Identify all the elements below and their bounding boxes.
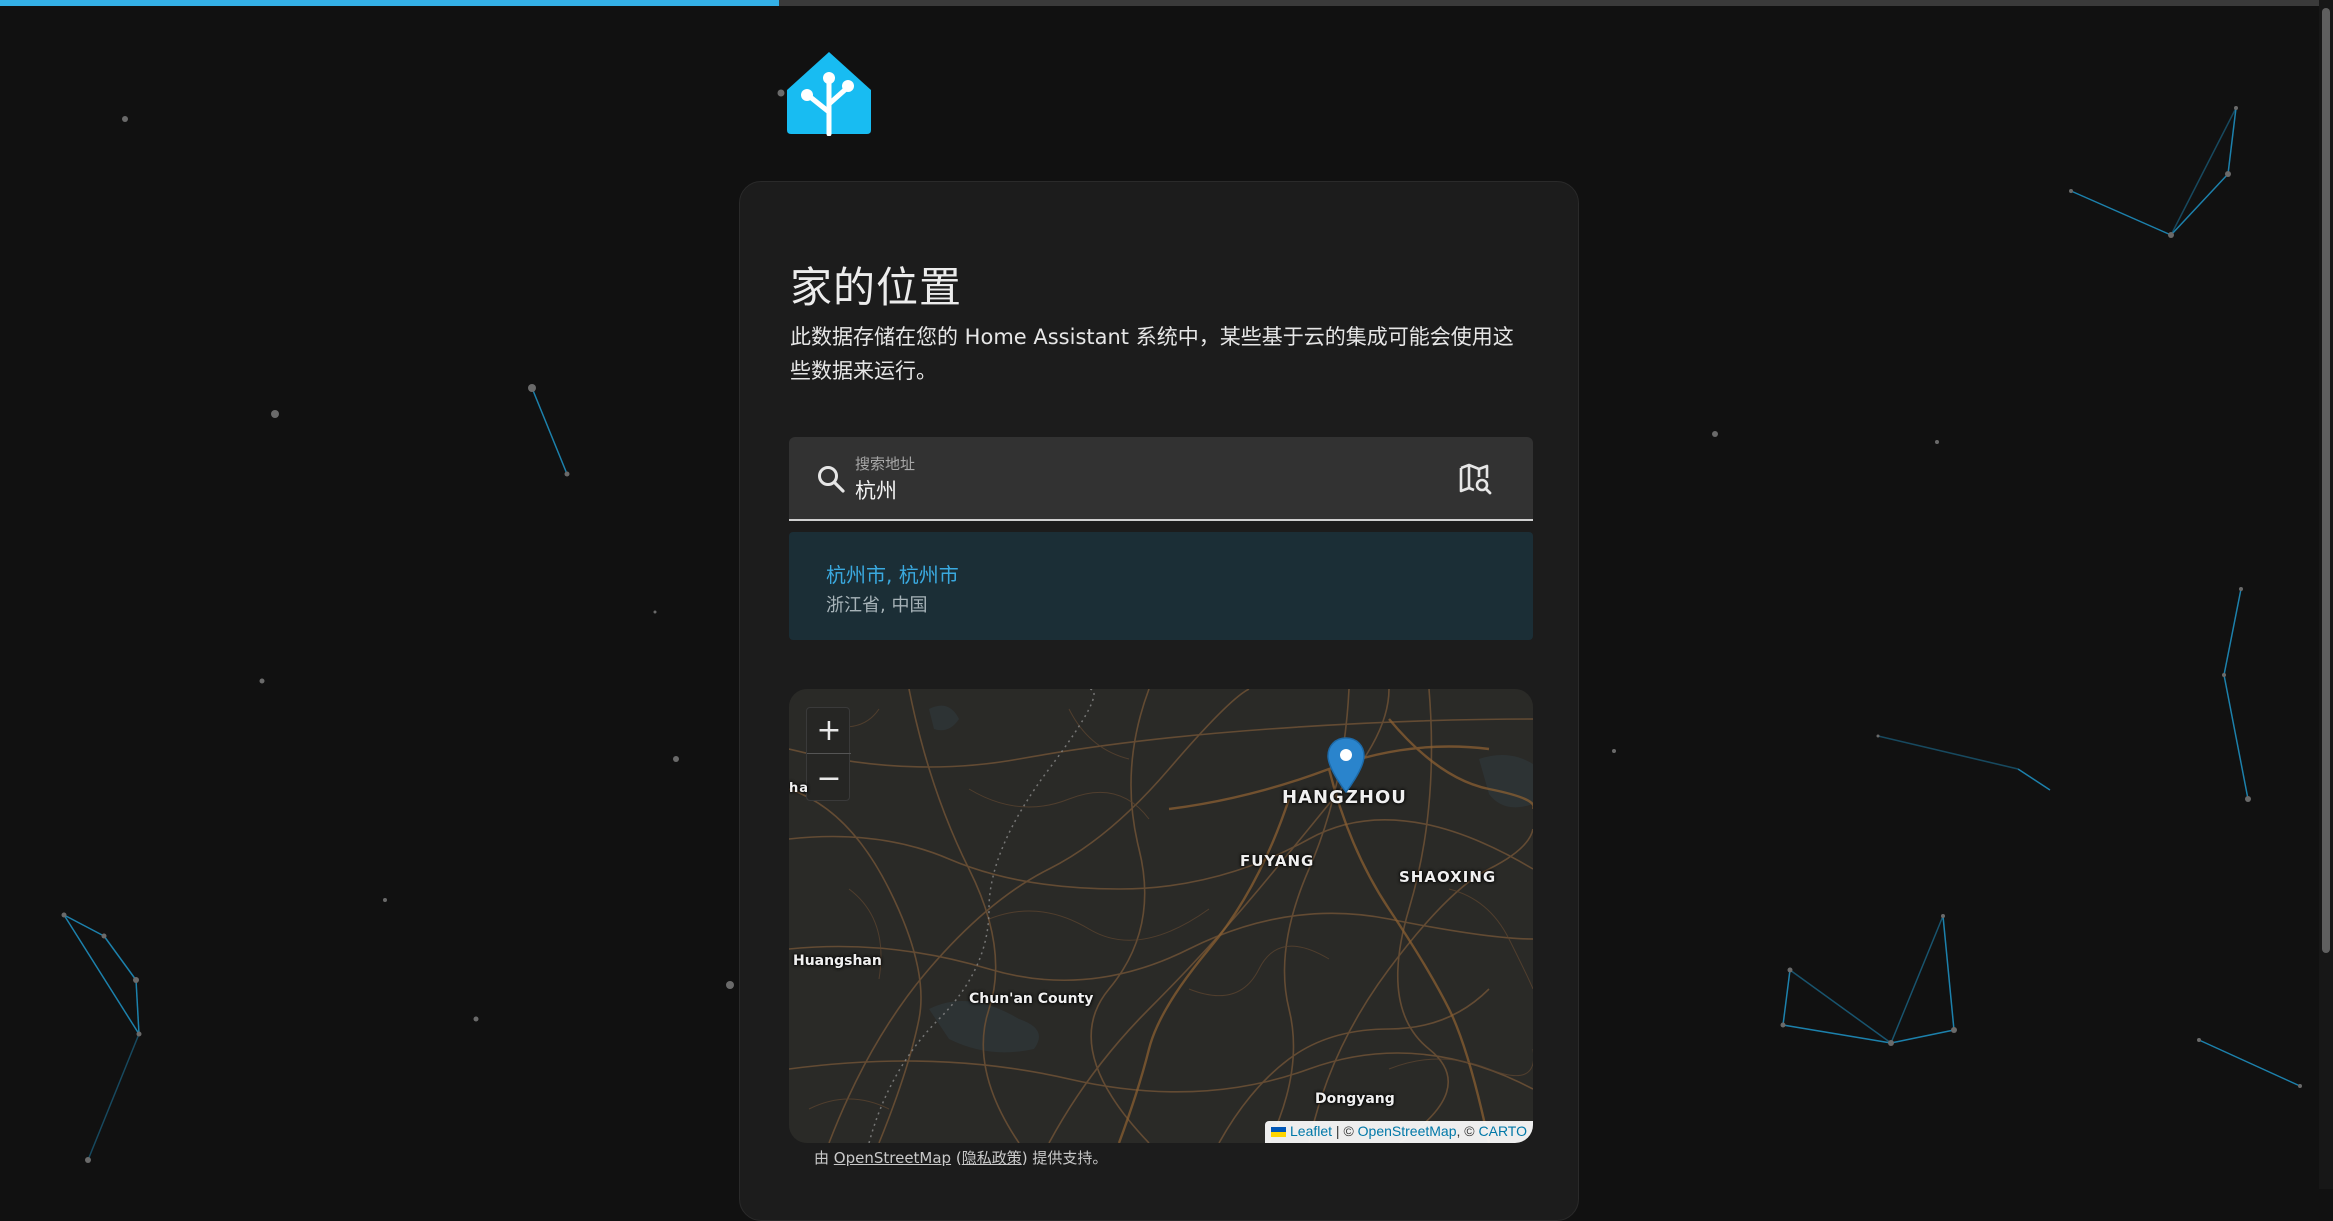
attribution-separator: | ©: [1332, 1123, 1358, 1139]
map-label-dongyang: Dongyang: [1315, 1091, 1395, 1107]
magnify-icon: [818, 466, 845, 493]
page-title: 家的位置: [790, 263, 963, 312]
search-result-item[interactable]: 杭州市, 杭州市 浙江省, 中国: [789, 532, 1533, 640]
home-assistant-logo-icon: [787, 52, 871, 136]
search-label: 搜索地址: [855, 455, 916, 473]
scrollbar-thumb[interactable]: [2322, 8, 2330, 953]
map-label-huangshan: Huangshan: [793, 953, 882, 969]
openstreetmap-note: 由 OpenStreetMap (隐私政策) 提供支持。: [814, 1147, 1107, 1168]
map-label-edge: ha: [789, 781, 810, 796]
map-label-fuyang: FUYANG: [1240, 852, 1315, 870]
note-open-paren: (: [951, 1149, 962, 1167]
map-attribution: Leaflet | © OpenStreetMap, © CARTO: [1265, 1121, 1533, 1143]
location-map[interactable]: + − ha HANGZHOU FUYANG SHAOXING Huangsha…: [789, 689, 1533, 1143]
note-openstreetmap-link[interactable]: OpenStreetMap: [834, 1149, 951, 1167]
carto-link[interactable]: CARTO: [1479, 1123, 1528, 1139]
result-title: 杭州市, 杭州市: [826, 563, 959, 587]
attribution-separator: , ©: [1456, 1123, 1479, 1139]
note-suffix: 提供支持。: [1032, 1149, 1108, 1167]
zoom-out-button[interactable]: −: [807, 755, 851, 801]
zoom-in-button[interactable]: +: [807, 708, 851, 754]
address-search-field[interactable]: 搜索地址: [789, 437, 1533, 521]
zoom-control: + −: [806, 707, 851, 801]
location-marker-icon[interactable]: [1327, 737, 1365, 793]
result-subtitle: 浙江省, 中国: [826, 595, 928, 616]
openstreetmap-link[interactable]: OpenStreetMap: [1358, 1123, 1457, 1139]
map-label-chunan: Chun'an County: [969, 991, 1094, 1007]
map-label-shaoxing: SHAOXING: [1399, 868, 1497, 886]
onboarding-card: 家的位置 此数据存储在您的 Home Assistant 系统中，某些基于云的集…: [739, 181, 1579, 1221]
page-description: 此数据存储在您的 Home Assistant 系统中，某些基于云的集成可能会使…: [790, 325, 1514, 383]
map-tiles: [789, 689, 1533, 1143]
search-input[interactable]: [855, 475, 1415, 505]
map-search-icon[interactable]: [1457, 461, 1493, 497]
note-privacy-link[interactable]: 隐私政策: [962, 1149, 1022, 1167]
note-close-paren: ): [1021, 1149, 1033, 1167]
scrollbar-track[interactable]: [2319, 0, 2333, 1189]
leaflet-link[interactable]: Leaflet: [1290, 1123, 1332, 1139]
ukraine-flag-icon: [1271, 1127, 1286, 1137]
note-prefix: 由: [814, 1149, 834, 1167]
